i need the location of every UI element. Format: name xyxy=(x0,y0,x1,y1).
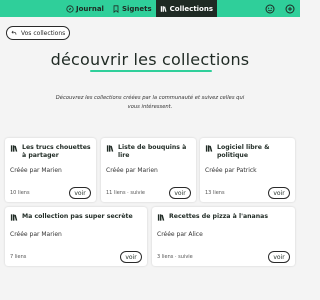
back-button-label: Vos collections xyxy=(21,29,66,37)
collection-link-count: 11 liens · suivie xyxy=(106,190,145,196)
collection-author: Créée par Patrick xyxy=(205,167,257,174)
title-underline xyxy=(90,70,212,72)
tab-signets[interactable]: Signets xyxy=(108,0,156,17)
collection-card: Ma collection pas super secrète Créée pa… xyxy=(5,207,147,266)
tab-signets-label: Signets xyxy=(121,4,152,13)
collection-card: Logiciel libre & politique Créée par Pat… xyxy=(200,138,295,202)
collection-link-count: 13 liens xyxy=(205,190,225,196)
books-icon xyxy=(160,5,167,12)
page-intro: Découvrez les collections créées par la … xyxy=(55,95,245,110)
collection-card: Les trucs chouettes à partager Créée par… xyxy=(5,138,96,202)
voir-button[interactable]: voir xyxy=(268,251,290,263)
compass-icon xyxy=(66,4,74,13)
nav-tabs: Journal Signets Collections xyxy=(62,0,218,17)
voir-button[interactable]: voir xyxy=(120,251,142,263)
page-title: découvrir les collections xyxy=(50,50,250,69)
collection-link-count: 3 liens · suivie xyxy=(157,254,193,260)
collection-author: Créée par Alice xyxy=(157,231,203,238)
voir-button[interactable]: voir xyxy=(169,187,191,199)
collection-title-text[interactable]: Ma collection pas super secrète xyxy=(22,213,133,221)
tab-journal[interactable]: Journal xyxy=(62,0,108,17)
collection-card-title: Ma collection pas super secrète xyxy=(10,213,143,222)
books-icon xyxy=(157,214,165,221)
collection-card: Liste de bouquins à lire Créée par Marie… xyxy=(101,138,196,202)
books-icon xyxy=(10,145,18,152)
books-icon xyxy=(106,145,114,152)
collection-card-title: Les trucs chouettes à partager xyxy=(10,144,92,160)
tab-journal-label: Journal xyxy=(76,4,104,13)
collection-author: Créée par Marien xyxy=(106,167,158,174)
collection-title-text[interactable]: Les trucs chouettes à partager xyxy=(22,144,92,160)
collection-card: Recettes de pizza à l'ananas Créée par A… xyxy=(152,207,295,266)
collection-card-title: Logiciel libre & politique xyxy=(205,144,291,160)
collection-title-text[interactable]: Liste de bouquins à lire xyxy=(118,144,192,160)
back-to-my-collections-button[interactable]: Vos collections xyxy=(6,26,70,40)
collection-author: Créée par Marien xyxy=(10,167,62,174)
collection-card-title: Recettes de pizza à l'ananas xyxy=(157,213,291,222)
books-icon xyxy=(10,214,18,221)
collection-author: Créée par Marien xyxy=(10,231,62,238)
top-navigation-bar: Journal Signets Collections xyxy=(0,0,300,17)
collection-link-count: 7 liens xyxy=(10,254,27,260)
voir-button[interactable]: voir xyxy=(268,187,290,199)
collection-link-count: 10 liens xyxy=(10,190,30,196)
tab-collections[interactable]: Collections xyxy=(155,0,218,17)
smiley-icon[interactable] xyxy=(264,3,275,14)
tab-collections-label: Collections xyxy=(169,4,214,13)
collection-card-title: Liste de bouquins à lire xyxy=(106,144,192,160)
voir-button[interactable]: voir xyxy=(69,187,91,199)
plus-icon[interactable] xyxy=(284,3,295,14)
books-icon xyxy=(205,145,213,152)
bookmark-icon xyxy=(113,4,119,13)
collection-title-text[interactable]: Recettes de pizza à l'ananas xyxy=(169,213,268,221)
collection-title-text[interactable]: Logiciel libre & politique xyxy=(217,144,291,160)
back-arrow-icon xyxy=(11,30,17,35)
